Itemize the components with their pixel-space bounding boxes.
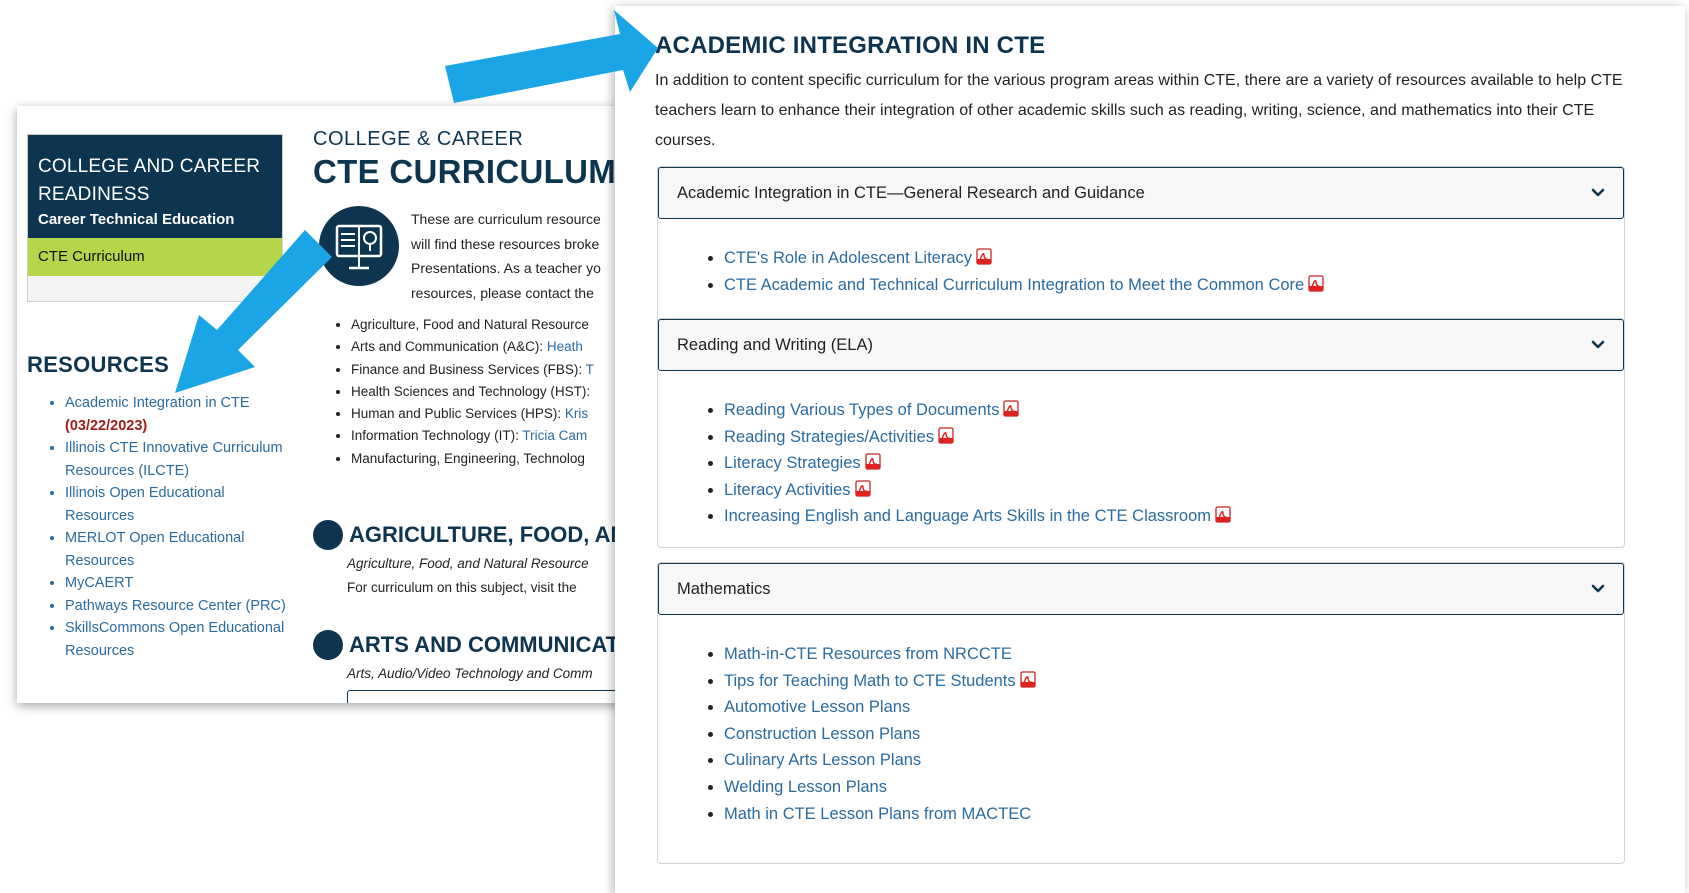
curriculum-book-icon — [319, 206, 399, 286]
resource-date: (03/22/2023) — [65, 417, 148, 434]
contact-link[interactable]: Tricia Cam — [522, 428, 587, 443]
pdf-icon[interactable] — [1020, 670, 1036, 688]
sidebar-box: COLLEGE AND CAREER READINESS Career Tech… — [27, 134, 283, 302]
contact-link[interactable]: T — [586, 362, 594, 377]
list-item: Reading Strategies/Activities — [724, 424, 1624, 451]
accordion-list: Reading Various Types of Documents Readi… — [658, 397, 1624, 530]
list-item: CTE's Role in Adolescent Literacy — [724, 245, 1624, 272]
chevron-down-icon — [1591, 340, 1605, 349]
resources-heading: RESOURCES — [27, 352, 170, 377]
resource-link[interactable]: Reading Strategies/Activities — [724, 428, 934, 446]
intro-paragraph: In addition to content specific curricul… — [655, 72, 1623, 149]
resource-link[interactable]: Math in CTE Lesson Plans from MACTEC — [724, 805, 1031, 823]
resource-link[interactable]: Construction Lesson Plans — [724, 725, 920, 743]
resource-link[interactable]: Tips for Teaching Math to CTE Students — [724, 672, 1016, 690]
pdf-icon[interactable] — [1003, 400, 1020, 417]
resources-list: Academic Integration in CTE(03/22/2023) … — [47, 392, 287, 662]
list-item: Literacy Strategies — [724, 450, 1624, 477]
resource-link[interactable]: Increasing English and Language Arts Ski… — [724, 507, 1211, 525]
cte-curriculum-page: COLLEGE AND CAREER READINESS Career Tech… — [17, 106, 677, 703]
accordion-list: Math-in-CTE Resources from NRCCTE Tips f… — [658, 641, 1624, 827]
section-subtitle: Agriculture, Food, and Natural Resource — [347, 556, 589, 571]
sidebar-header: COLLEGE AND CAREER READINESS Career Tech… — [28, 135, 282, 238]
resource-item[interactable]: SkillsCommons Open Educational Resources — [65, 617, 287, 662]
section-text: For curriculum on this subject, visit th… — [347, 580, 577, 595]
resource-link[interactable]: Reading Various Types of Documents — [724, 401, 999, 419]
accordion-header[interactable]: Academic Integration in CTE—General Rese… — [658, 167, 1624, 219]
sidebar-subtitle[interactable]: Career Technical Education — [38, 211, 272, 228]
chevron-down-icon — [1591, 188, 1605, 197]
chevron-down-icon — [1591, 584, 1605, 593]
accordion-title: Academic Integration in CTE—General Rese… — [677, 183, 1145, 202]
resource-link[interactable]: Culinary Arts Lesson Plans — [724, 751, 921, 769]
accordion-general-research: Academic Integration in CTE—General Rese… — [657, 166, 1625, 324]
pdf-icon[interactable] — [1215, 506, 1231, 524]
contact-link[interactable]: Heath — [547, 339, 583, 354]
list-item: Increasing English and Language Arts Ski… — [724, 503, 1624, 530]
accordion-title: Reading and Writing (ELA) — [677, 335, 873, 354]
pdf-icon[interactable] — [938, 426, 954, 444]
resource-link[interactable]: CTE Academic and Technical Curriculum In… — [724, 276, 1304, 294]
list-item: Construction Lesson Plans — [724, 721, 1624, 748]
resource-link[interactable]: Welding Lesson Plans — [724, 778, 887, 796]
agriculture-icon — [313, 520, 343, 550]
accordion-mathematics: Mathematics Math-in-CTE Resources from N… — [657, 562, 1625, 864]
sidebar-item-cte-curriculum[interactable]: CTE Curriculum — [28, 238, 282, 276]
resource-item[interactable]: MERLOT Open Educational Resources — [65, 527, 287, 572]
arts-icon — [313, 630, 343, 660]
sidebar-title: COLLEGE AND CAREER READINESS — [38, 156, 261, 205]
list-item: CTE Academic and Technical Curriculum In… — [724, 272, 1624, 299]
resource-link[interactable]: CTE's Role in Adolescent Literacy — [724, 249, 972, 267]
resource-link[interactable]: Literacy Activities — [724, 481, 851, 499]
accordion-list: CTE's Role in Adolescent Literacy CTE Ac… — [658, 245, 1624, 298]
list-item: Math in CTE Lesson Plans from MACTEC — [724, 801, 1624, 828]
resource-link[interactable]: Automotive Lesson Plans — [724, 698, 910, 716]
page-title: ACADEMIC INTEGRATION IN CTE — [655, 32, 1046, 59]
list-item: Math-in-CTE Resources from NRCCTE — [724, 641, 1624, 668]
resource-item[interactable]: Illinois CTE Innovative Curriculum Resou… — [65, 437, 287, 482]
contact-link[interactable]: Kris — [565, 406, 588, 421]
pdf-icon[interactable] — [976, 248, 992, 265]
resource-link[interactable]: Literacy Strategies — [724, 454, 861, 472]
list-item: Culinary Arts Lesson Plans — [724, 747, 1624, 774]
accordion-reading-writing: Reading and Writing (ELA) Reading Variou… — [657, 318, 1625, 548]
resource-item[interactable]: Pathways Resource Center (PRC) — [65, 595, 287, 618]
accordion-title: Mathematics — [677, 579, 771, 598]
section-subtitle: Arts, Audio/Video Technology and Comm — [347, 666, 593, 681]
list-item: Welding Lesson Plans — [724, 774, 1624, 801]
accordion-header[interactable]: Reading and Writing (ELA) — [658, 319, 1624, 371]
academic-integration-page: ACADEMIC INTEGRATION IN CTE In addition … — [615, 6, 1685, 893]
list-item: Reading Various Types of Documents — [724, 397, 1624, 424]
resource-item[interactable]: MyCAERT — [65, 572, 287, 595]
pdf-icon[interactable] — [865, 453, 881, 470]
resource-item[interactable]: Illinois Open Educational Resources — [65, 482, 287, 527]
accordion-header[interactable]: Mathematics — [658, 563, 1624, 615]
list-item: Tips for Teaching Math to CTE Students — [724, 668, 1624, 695]
pdf-icon[interactable] — [1308, 274, 1324, 292]
resource-link[interactable]: Math-in-CTE Resources from NRCCTE — [724, 645, 1012, 663]
list-item: Literacy Activities — [724, 477, 1624, 504]
list-item: Automotive Lesson Plans — [724, 694, 1624, 721]
resource-item[interactable]: Academic Integration in CTE(03/22/2023) — [65, 392, 287, 437]
pdf-icon[interactable] — [854, 480, 871, 497]
